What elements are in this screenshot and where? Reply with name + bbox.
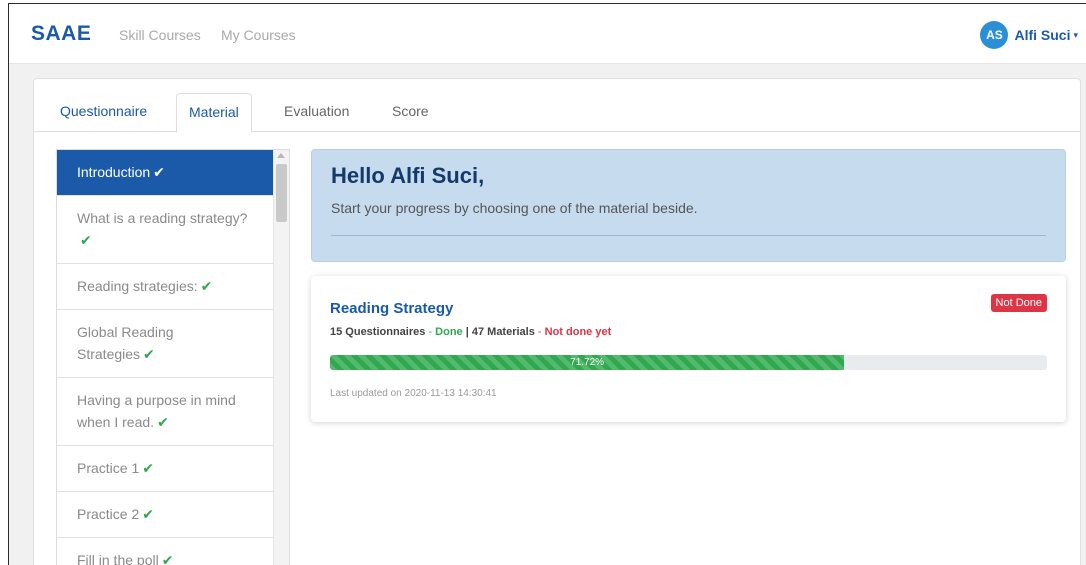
- welcome-subtitle: Start your progress by choosing one of t…: [331, 200, 698, 216]
- brand-logo[interactable]: SAAE: [31, 22, 91, 46]
- progress-bar: 71.72%: [330, 355, 1047, 370]
- nav-link-my-courses[interactable]: My Courses: [221, 27, 296, 43]
- tab-material[interactable]: Material: [176, 93, 252, 133]
- scrollbar-thumb[interactable]: [276, 164, 287, 222]
- material-status: Not done yet: [544, 326, 612, 338]
- user-name: Alfi Suci: [1014, 27, 1071, 43]
- status-badge: Not Done: [990, 294, 1047, 312]
- separator: |: [462, 326, 472, 338]
- tab-score[interactable]: Score: [380, 93, 441, 133]
- course-meta: 15 Questionnaires - Done | 47 Materials …: [330, 326, 611, 338]
- divider: [331, 235, 1046, 236]
- material-item-label: Global Reading Strategies: [77, 324, 174, 362]
- material-item-reading-strategies[interactable]: Reading strategies: ✔: [57, 264, 275, 310]
- material-item-label: Fill in the poll: [77, 552, 159, 565]
- separator: -: [425, 326, 436, 338]
- scroll-up-arrow-icon[interactable]: [277, 153, 285, 158]
- check-icon: ✔: [80, 232, 92, 248]
- check-icon: ✔: [143, 346, 155, 362]
- tab-questionnaire[interactable]: Questionnaire: [48, 93, 159, 133]
- material-item-label: What is a reading strategy?: [77, 210, 248, 226]
- material-sidebar: Introduction ✔ What is a reading strategy…: [56, 149, 290, 565]
- check-icon: ✔: [200, 278, 213, 294]
- material-item-practice-2[interactable]: Practice 2 ✔: [57, 492, 275, 538]
- check-icon: ✔: [157, 414, 169, 430]
- user-menu[interactable]: AS Alfi Suci ▾: [980, 21, 1078, 49]
- navbar: SAAE Skill Courses My Courses AS Alfi Su…: [9, 4, 1086, 64]
- material-item-introduction[interactable]: Introduction ✔: [57, 150, 275, 196]
- material-item-label: Practice 2: [77, 506, 140, 522]
- nav-link-skill-courses[interactable]: Skill Courses: [119, 27, 201, 43]
- welcome-title: Hello Alfi Suci,: [331, 163, 485, 188]
- check-icon: ✔: [142, 460, 154, 476]
- material-item-label: Practice 1: [77, 460, 140, 476]
- questionnaire-status: Done: [435, 326, 463, 338]
- check-icon: ✔: [153, 164, 165, 180]
- welcome-panel: Hello Alfi Suci, Start your progress by …: [311, 149, 1066, 262]
- course-content-card: Questionnaire Material Evaluation Score …: [33, 78, 1081, 565]
- course-progress-card: Reading Strategy Not Done 15 Questionnai…: [311, 276, 1066, 422]
- caret-down-icon: ▾: [1073, 29, 1078, 40]
- progress-fill: 71.72%: [330, 355, 845, 370]
- material-item-having-a-purpose[interactable]: Having a purpose in mind when I read. ✔: [57, 378, 275, 446]
- material-item-practice-1[interactable]: Practice 1 ✔: [57, 446, 275, 492]
- tab-bar: Questionnaire Material Evaluation Score: [34, 79, 1080, 133]
- material-item-fill-in-the-poll[interactable]: Fill in the poll ✔: [57, 538, 275, 565]
- material-list: Introduction ✔ What is a reading strategy…: [57, 150, 275, 565]
- avatar: AS: [980, 21, 1009, 49]
- material-count: 47 Materials: [471, 326, 535, 338]
- sidebar-scrollbar[interactable]: [273, 150, 289, 565]
- tab-evaluation[interactable]: Evaluation: [272, 93, 361, 133]
- material-item-label: Reading strategies:: [77, 278, 198, 294]
- check-icon: ✔: [142, 506, 154, 522]
- material-item-what-is-reading-strategy[interactable]: What is a reading strategy? ✔: [57, 196, 275, 264]
- check-icon: ✔: [161, 552, 174, 565]
- separator: -: [534, 326, 545, 338]
- app-window: SAAE Skill Courses My Courses AS Alfi Su…: [8, 3, 1086, 565]
- last-updated: Last updated on 2020-11-13 14:30:41: [330, 388, 497, 399]
- questionnaire-count: 15 Questionnaires: [330, 326, 426, 338]
- material-item-label: Introduction: [77, 164, 151, 180]
- material-item-global-reading-strategies[interactable]: Global Reading Strategies ✔: [57, 310, 275, 378]
- course-title[interactable]: Reading Strategy: [330, 300, 453, 317]
